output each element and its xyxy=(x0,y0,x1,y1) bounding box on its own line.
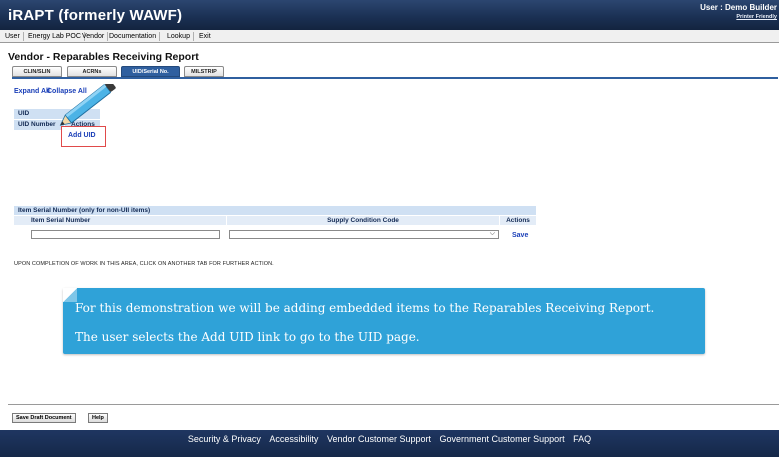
callout-line-2: The user selects the Add UID link to go … xyxy=(75,330,420,344)
tab-clin-slin[interactable]: CLIN/SLIN xyxy=(12,66,62,77)
footer-security-privacy-link[interactable]: Security & Privacy xyxy=(188,434,261,444)
tab-underline xyxy=(12,77,778,79)
footer-faq-link[interactable]: FAQ xyxy=(573,434,591,444)
expand-all-link[interactable]: Expand All xyxy=(14,88,50,95)
tab-uid-serial[interactable]: UID/Serial No. xyxy=(121,66,180,77)
footer: Security & Privacy Accessibility Vendor … xyxy=(0,430,779,457)
printer-friendly-link[interactable]: Printer Friendly xyxy=(736,14,777,20)
bottom-divider xyxy=(8,404,779,405)
footer-vendor-support-link[interactable]: Vendor Customer Support xyxy=(327,434,431,444)
menu-vendor[interactable]: Vendor xyxy=(79,32,109,41)
footer-government-support-link[interactable]: Government Customer Support xyxy=(440,434,565,444)
item-serial-column: Item Serial Number xyxy=(14,216,226,225)
tutorial-callout: For this demonstration we will be adding… xyxy=(63,288,705,354)
app-header: iRAPT (formerly WAWF) User : Demo Builde… xyxy=(0,0,779,30)
supply-condition-column: Supply Condition Code xyxy=(227,216,499,225)
pencil-pointer-icon xyxy=(59,84,116,126)
serial-section-title: Item Serial Number (only for non-UII ite… xyxy=(14,206,536,215)
menu-energy-lab-poc[interactable]: Energy Lab POC xyxy=(25,32,85,41)
supply-condition-select[interactable]: ⌵ xyxy=(229,230,499,239)
instruction-text: UPON COMPLETION OF WORK IN THIS AREA, CL… xyxy=(14,261,274,267)
tab-acrns[interactable]: ACRNs xyxy=(67,66,117,77)
menu-user[interactable]: User xyxy=(2,32,24,41)
add-uid-link[interactable]: Add UID xyxy=(68,132,96,139)
callout-page-fold xyxy=(63,288,77,302)
callout-line-1: For this demonstration we will be adding… xyxy=(75,301,655,315)
footer-accessibility-link[interactable]: Accessibility xyxy=(269,434,318,444)
app-title: iRAPT (formerly WAWF) xyxy=(8,7,183,24)
save-serial-link[interactable]: Save xyxy=(512,232,528,239)
menu-exit[interactable]: Exit xyxy=(196,32,214,41)
chevron-down-icon: ⌵ xyxy=(489,230,495,237)
help-button[interactable]: Help xyxy=(88,413,108,423)
item-serial-input[interactable] xyxy=(31,230,220,239)
save-draft-button[interactable]: Save Draft Document xyxy=(12,413,76,423)
menu-lookup[interactable]: Lookup xyxy=(164,32,194,41)
menu-bar: User Energy Lab POC Vendor Documentation… xyxy=(0,30,779,43)
user-label: User : Demo Builder xyxy=(700,3,777,12)
page-title: Vendor - Reparables Receiving Report xyxy=(8,51,199,63)
tab-milstrip[interactable]: MILSTRIP xyxy=(184,66,224,77)
menu-documentation[interactable]: Documentation xyxy=(106,32,161,41)
serial-actions-column: Actions xyxy=(500,216,536,225)
